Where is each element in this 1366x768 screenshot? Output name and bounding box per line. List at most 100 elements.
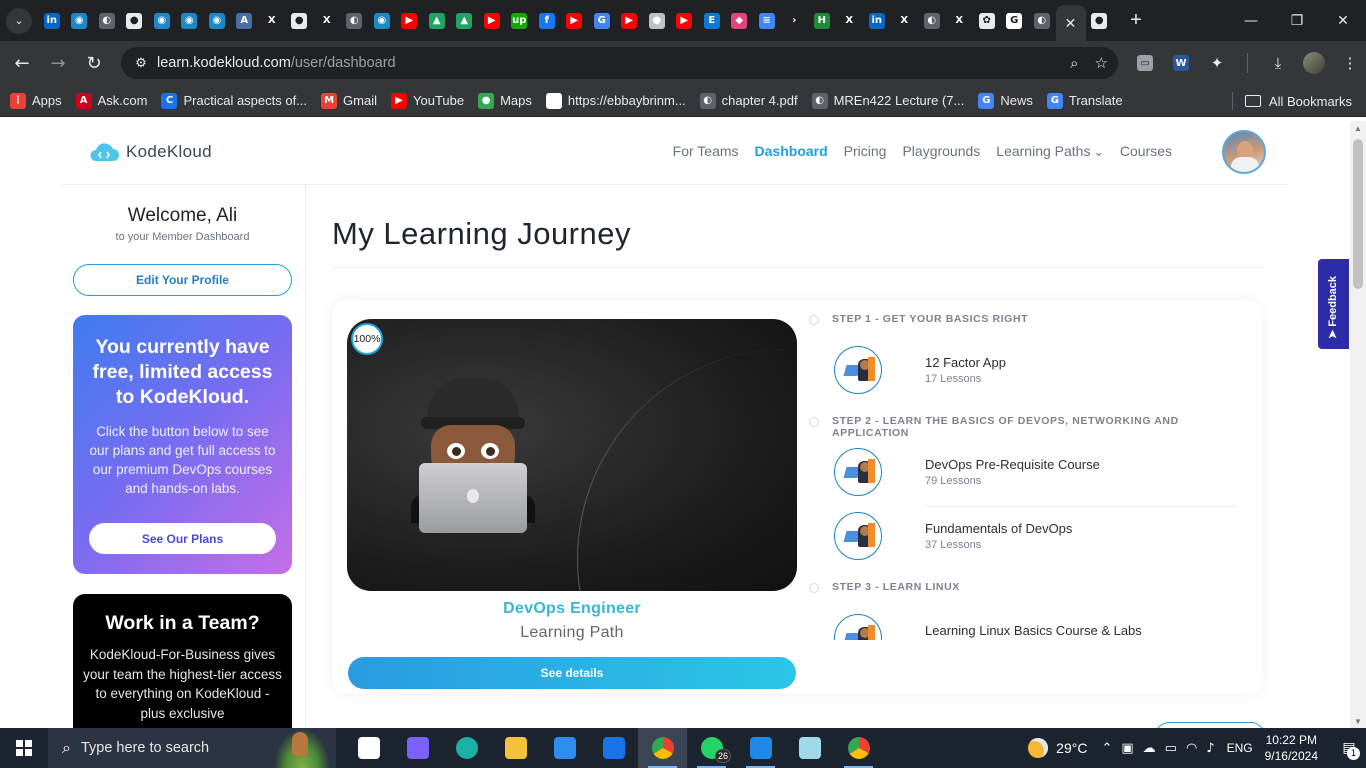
browser-tab[interactable]: ✿ [973, 5, 1001, 37]
page-scrollbar[interactable]: ▲ ▼ [1350, 121, 1366, 728]
extension-app-icon[interactable]: ▭ [1133, 51, 1157, 75]
kodekloud-logo[interactable]: KodeKloud [88, 141, 212, 163]
bookmark-item[interactable]: G Translate [1046, 92, 1123, 109]
nav-playgrounds[interactable]: Playgrounds [902, 143, 980, 159]
learning-path-timeline[interactable]: STEP 1 - GET YOUR BASICS RIGHT 12 Factor … [807, 313, 1247, 640]
input-language[interactable]: ENG [1227, 741, 1253, 755]
bookmark-star-icon[interactable]: ☆ [1095, 54, 1108, 72]
browser-tab[interactable]: ◉ [66, 5, 94, 37]
scroll-thumb[interactable] [1353, 139, 1363, 289]
close-window-button[interactable]: ✕ [1320, 0, 1366, 41]
nav-dashboard[interactable]: Dashboard [755, 143, 828, 159]
tab-search-button[interactable]: ⌄ [6, 7, 32, 34]
taskbar-app[interactable] [589, 728, 638, 768]
back-button[interactable]: ← [4, 45, 40, 81]
browser-tab[interactable]: f [533, 5, 561, 37]
browser-tab[interactable]: H [808, 5, 836, 37]
wifi-icon[interactable]: ◠ [1186, 741, 1197, 756]
browser-tab[interactable]: X [313, 5, 341, 37]
edit-profile-button[interactable]: Edit Your Profile [73, 264, 292, 296]
browser-tab[interactable]: in [863, 5, 891, 37]
new-tab-button[interactable]: + [1123, 9, 1149, 32]
nav-learning-paths[interactable]: Learning Paths ⌄ [996, 143, 1104, 159]
browser-tab[interactable]: in [38, 5, 66, 37]
browser-tab[interactable]: › [781, 5, 809, 37]
browser-tab[interactable]: ◉ [176, 5, 204, 37]
profile-avatar-icon[interactable] [1302, 51, 1326, 75]
browser-tab[interactable]: G [588, 5, 616, 37]
taskbar-search[interactable]: ⌕ Type here to search [48, 728, 336, 768]
scroll-down-arrow-icon[interactable]: ▼ [1350, 714, 1366, 728]
browser-tab[interactable]: ◆ [726, 5, 754, 37]
bookmark-item[interactable]: A Ask.com [75, 92, 147, 109]
download-icon[interactable]: ⤓ [1266, 51, 1290, 75]
browser-tab[interactable]: ▲ [423, 5, 451, 37]
taskbar-app[interactable] [442, 728, 491, 768]
course-item[interactable]: Learning Linux Basics Course & Labs70 Le… [832, 614, 1237, 640]
browser-tab[interactable]: ◐ [93, 5, 121, 37]
bookmark-item[interactable]: ◐ MREn422 Lecture (7... [811, 92, 964, 109]
browser-tab-active[interactable]: ✕ [1055, 5, 1086, 41]
browser-tab[interactable]: X [891, 5, 919, 37]
course-item[interactable]: Fundamentals of DevOps 37 Lessons [832, 512, 1237, 566]
taskbar-app[interactable] [393, 728, 442, 768]
device-icon[interactable]: ▣ [1121, 741, 1133, 756]
browser-tab[interactable]: A [231, 5, 259, 37]
see-details-button[interactable]: See details [348, 657, 796, 689]
browser-tab[interactable]: ● [1086, 5, 1114, 37]
minimize-button[interactable]: — [1228, 0, 1274, 41]
browser-tab[interactable]: ▶ [561, 5, 589, 37]
battery-icon[interactable]: ▭ [1165, 741, 1177, 756]
learning-path-name[interactable]: DevOps Engineer [347, 600, 797, 618]
learning-path-hero-image[interactable]: 100% [347, 319, 797, 591]
browser-tab[interactable]: X [836, 5, 864, 37]
show-hidden-icons-chevron-icon[interactable]: ⌃ [1101, 741, 1112, 756]
browser-tab[interactable]: ▶ [396, 5, 424, 37]
browser-tab[interactable]: G [1001, 5, 1029, 37]
browser-tab[interactable]: ● [286, 5, 314, 37]
user-avatar[interactable] [1222, 130, 1266, 174]
taskbar-app[interactable] [491, 728, 540, 768]
browser-tab[interactable]: ◐ [918, 5, 946, 37]
taskbar-app[interactable] [638, 728, 687, 768]
nav-for-teams[interactable]: For Teams [673, 143, 739, 159]
bookmark-item[interactable]: G News [978, 92, 1033, 109]
bookmark-item[interactable]: ◐ chapter 4.pdf [699, 92, 798, 109]
volume-icon[interactable]: ♪ [1206, 741, 1214, 756]
start-button[interactable] [0, 728, 48, 768]
url-text[interactable]: learn.kodekloud.com/user/dashboard [157, 55, 396, 71]
course-item[interactable]: DevOps Pre-Requisite Course 79 Lessons [832, 448, 1237, 507]
see-our-plans-button[interactable]: See Our Plans [89, 523, 276, 554]
browser-tab[interactable]: up [506, 5, 534, 37]
browser-tab[interactable]: ◉ [368, 5, 396, 37]
browser-tab[interactable]: ◉ [148, 5, 176, 37]
taskbar-app[interactable] [344, 728, 393, 768]
bookmark-item[interactable]: M Gmail [321, 92, 377, 109]
taskbar-clock[interactable]: 10:22 PM 9/16/2024 [1265, 732, 1318, 764]
bookmark-item[interactable]: C Practical aspects of... [161, 92, 307, 109]
browser-tab[interactable]: X [946, 5, 974, 37]
browser-tab[interactable]: ● [643, 5, 671, 37]
browser-tab[interactable]: ◉ [203, 5, 231, 37]
course-item[interactable]: 12 Factor App 17 Lessons [832, 346, 1237, 400]
weather-widget[interactable]: 29°C [1028, 738, 1087, 758]
taskbar-app[interactable] [785, 728, 834, 768]
forward-button[interactable]: → [40, 45, 76, 81]
reload-button[interactable]: ↻ [76, 45, 112, 81]
word-extension-icon[interactable]: W [1169, 51, 1193, 75]
nav-pricing[interactable]: Pricing [844, 143, 887, 159]
browser-tab[interactable]: ▶ [616, 5, 644, 37]
feedback-tab[interactable]: ➤ Feedback [1318, 259, 1349, 349]
close-tab-icon[interactable]: ✕ [1065, 15, 1077, 32]
browser-tab[interactable]: ≡ [753, 5, 781, 37]
taskbar-app[interactable] [834, 728, 883, 768]
scroll-up-arrow-icon[interactable]: ▲ [1350, 121, 1366, 135]
browser-tab[interactable]: ● [121, 5, 149, 37]
browser-tab[interactable]: ▲ [451, 5, 479, 37]
taskbar-app[interactable] [736, 728, 785, 768]
bookmark-item[interactable]: ● Maps [478, 92, 532, 109]
maximize-button[interactable]: ❐ [1274, 0, 1320, 41]
browser-tab[interactable]: X [258, 5, 286, 37]
bookmark-item[interactable]: ▶ YouTube [391, 92, 464, 109]
zoom-icon[interactable]: ⌕ [1070, 55, 1078, 72]
